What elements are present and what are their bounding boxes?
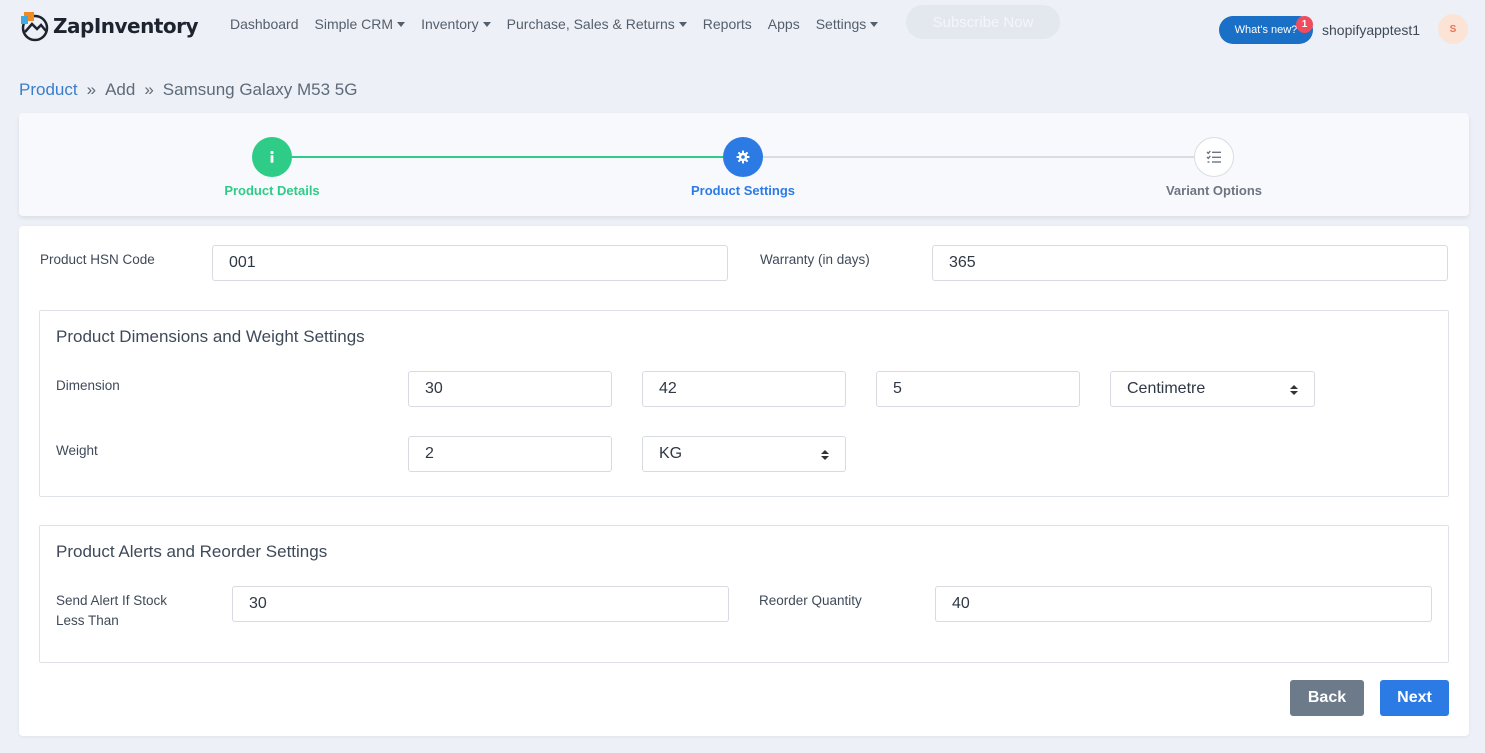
dimensions-weight-section: Product Dimensions and Weight Settings D… [39,310,1449,497]
step-connector-pending [763,156,1194,158]
hsn-code-label: Product HSN Code [40,252,155,267]
nav-dashboard[interactable]: Dashboard [230,16,299,32]
app-logo[interactable]: ZapInventory [19,10,199,42]
breadcrumb-separator: » [144,80,154,99]
step-label-product-details: Product Details [224,183,320,198]
breadcrumb: Product » Add » Samsung Galaxy M53 5G [19,80,357,100]
nav-inventory[interactable]: Inventory [421,16,491,32]
stock-alert-label: Send Alert If Stock Less Than [56,593,168,628]
subscribe-now-button[interactable]: Subscribe Now [906,5,1060,39]
main-menu: Dashboard Simple CRM Inventory Purchase,… [230,16,894,32]
alerts-reorder-section: Product Alerts and Reorder Settings Send… [39,525,1449,663]
notification-badge: 1 [1296,16,1313,33]
nav-apps[interactable]: Apps [768,16,800,32]
step-label-product-settings: Product Settings [690,183,795,198]
top-navbar: ZapInventory Dashboard Simple CRM Invent… [0,0,1485,50]
nav-purchase-sales-returns[interactable]: Purchase, Sales & Returns [507,16,687,32]
step-product-details[interactable] [252,137,292,177]
app-name: ZapInventory [53,14,199,38]
alerts-section-title: Product Alerts and Reorder Settings [56,542,328,561]
reorder-quantity-label: Reorder Quantity [759,593,862,608]
step-variant-options[interactable] [1194,137,1234,177]
dimension-height-input[interactable]: 5 [876,371,1080,407]
reorder-quantity-input[interactable]: 40 [935,586,1432,622]
dimension-label: Dimension [56,378,120,393]
nav-simple-crm[interactable]: Simple CRM [315,16,406,32]
weight-unit-value: KG [659,445,683,462]
nav-reports[interactable]: Reports [703,16,752,32]
avatar[interactable]: S [1438,14,1468,44]
breadcrumb-separator: » [86,80,97,99]
step-product-settings[interactable] [723,137,763,177]
step-connector-completed [272,156,723,158]
zapinventory-logo-icon [21,12,49,42]
dimension-length-input[interactable]: 30 [408,371,612,407]
breadcrumb-add: Add [105,80,136,99]
wizard-stepper: Product Details Product Settings Variant… [19,113,1469,216]
back-button[interactable]: Back [1290,680,1364,716]
step-label-variant-options: Variant Options [1165,183,1263,198]
stock-alert-input[interactable]: 30 [232,586,729,622]
weight-unit-select[interactable]: KG [642,436,846,472]
dimension-unit-select[interactable]: Centimetre [1110,371,1315,407]
dimension-unit-value: Centimetre [1127,380,1206,397]
warranty-input[interactable]: 365 [932,245,1448,281]
username[interactable]: shopifyapptest1 [1322,22,1420,38]
product-settings-form: Product HSN Code 001 Warranty (in days) … [19,226,1469,736]
dimensions-section-title: Product Dimensions and Weight Settings [56,327,365,346]
weight-label: Weight [56,443,98,458]
hsn-code-input[interactable]: 001 [212,245,728,281]
checklist-icon [1206,150,1221,163]
breadcrumb-product[interactable]: Product [19,80,78,100]
breadcrumb-product-name: Samsung Galaxy M53 5G [162,80,358,99]
next-button[interactable]: Next [1380,680,1449,716]
dimension-width-input[interactable]: 42 [642,371,846,407]
nav-settings[interactable]: Settings [816,16,879,32]
weight-input[interactable]: 2 [408,436,612,472]
gear-icon [736,150,750,164]
warranty-label: Warranty (in days) [760,252,870,267]
info-icon [270,150,274,163]
